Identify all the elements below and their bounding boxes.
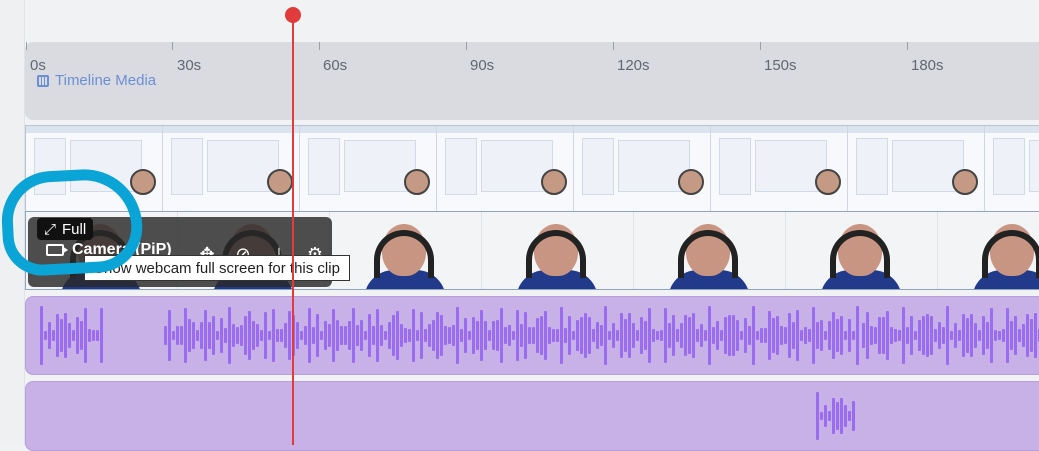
audio-waveform [40, 297, 104, 374]
ruler-tick [613, 42, 614, 50]
ruler-tick [466, 42, 467, 50]
ruler-tick [319, 42, 320, 50]
ruler-label-150s: 150s [764, 57, 797, 74]
ruler-label-60s: 60s [323, 57, 348, 74]
audio-waveform [816, 382, 856, 450]
webcam-thumbnail [634, 212, 786, 289]
ruler-label-90s: 90s [470, 57, 495, 74]
screen-thumbnail [574, 126, 711, 211]
audio-track-2[interactable] [25, 381, 1039, 451]
ruler-label-30s: 30s [177, 57, 202, 74]
webcam-thumbnail [482, 212, 634, 289]
audio-waveform [164, 297, 860, 374]
ruler-label-180s: 180s [911, 57, 944, 74]
screen-thumbnail [711, 126, 848, 211]
playhead-handle[interactable] [285, 7, 301, 23]
ruler-label-120s: 120s [617, 57, 650, 74]
film-icon [37, 74, 49, 87]
webcam-thumbnail [330, 212, 482, 289]
audio-waveform [862, 297, 1039, 374]
timeline-media-label[interactable]: Timeline Media [37, 72, 156, 89]
ruler-tick [26, 42, 27, 50]
ruler-tick [760, 42, 761, 50]
screen-thumbnail [300, 126, 437, 211]
screen-thumbnail [163, 126, 300, 211]
screen-thumbnail [985, 126, 1039, 211]
timeline-media-text: Timeline Media [55, 72, 157, 89]
audio-track-1[interactable] [25, 296, 1039, 375]
playhead-line[interactable] [292, 16, 294, 445]
screen-thumbnail [437, 126, 574, 211]
webcam-thumbnail [786, 212, 938, 289]
screen-recording-track[interactable] [25, 125, 1039, 211]
webcam-thumbnail [938, 212, 1039, 289]
ruler-tick [172, 42, 173, 50]
timeline-media-lane[interactable] [25, 42, 1039, 120]
ruler-tick [907, 42, 908, 50]
screen-thumbnail [848, 126, 985, 211]
